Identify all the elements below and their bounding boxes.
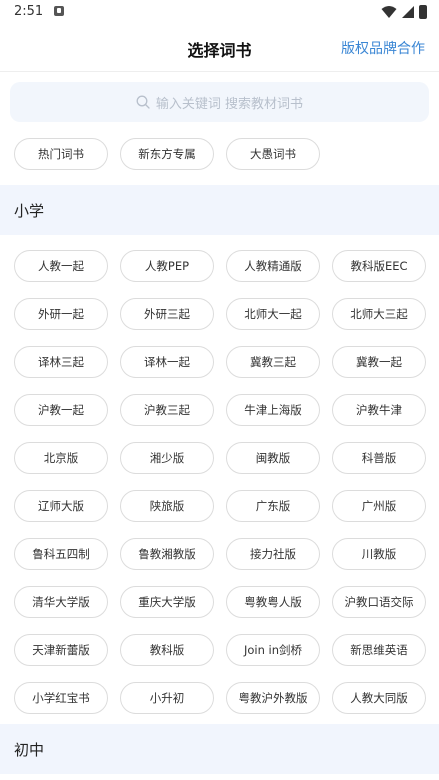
search-placeholder: 输入关键词 搜索教材词书: [155, 96, 304, 112]
book-chip[interactable]: 粤教沪外教版: [226, 682, 320, 714]
book-chip[interactable]: 新思维英语: [332, 634, 426, 666]
battery-icon: [419, 5, 427, 19]
notification-icon: [54, 6, 64, 16]
signal-icon: [402, 6, 414, 18]
book-chip[interactable]: 冀教一起: [332, 346, 426, 378]
book-chip[interactable]: 科普版: [332, 442, 426, 474]
book-chip[interactable]: 鲁科五四制: [14, 538, 108, 570]
book-chip[interactable]: 沪教牛津: [332, 394, 426, 426]
hot-tag-chip[interactable]: 新东方专属: [120, 138, 214, 170]
status-indicators: [381, 4, 427, 20]
primary-book-grid: 人教一起 人教PEP 人教精通版 教科版EEC 外研一起 外研三起 北师大一起 …: [14, 250, 426, 714]
book-chip[interactable]: 鲁教湘教版: [120, 538, 214, 570]
book-chip[interactable]: 外研三起: [120, 298, 214, 330]
book-chip[interactable]: 译林一起: [120, 346, 214, 378]
search-input[interactable]: 输入关键词 搜索教材词书: [10, 82, 429, 122]
book-chip[interactable]: 粤教粤人版: [226, 586, 320, 618]
book-chip[interactable]: 人教大同版: [332, 682, 426, 714]
book-chip[interactable]: 译林三起: [14, 346, 108, 378]
book-chip[interactable]: 人教一起: [14, 250, 108, 282]
book-chip[interactable]: 牛津上海版: [226, 394, 320, 426]
wifi-icon: [381, 6, 397, 18]
book-chip[interactable]: 接力社版: [226, 538, 320, 570]
book-chip[interactable]: 冀教三起: [226, 346, 320, 378]
book-chip[interactable]: 沪教三起: [120, 394, 214, 426]
book-chip[interactable]: 广州版: [332, 490, 426, 522]
book-chip[interactable]: 人教精通版: [226, 250, 320, 282]
book-chip[interactable]: 教科版EEC: [332, 250, 426, 282]
book-chip[interactable]: 辽师大版: [14, 490, 108, 522]
top-bar: 选择词书 版权品牌合作: [0, 24, 439, 72]
section-header-middle-school: 初中: [0, 724, 439, 774]
book-chip[interactable]: Join in剑桥: [226, 634, 320, 666]
book-chip[interactable]: 小学红宝书: [14, 682, 108, 714]
book-chip[interactable]: 重庆大学版: [120, 586, 214, 618]
status-bar: 2:51: [0, 0, 439, 24]
book-chip[interactable]: 教科版: [120, 634, 214, 666]
status-time: 2:51: [14, 4, 44, 19]
book-chip[interactable]: 北京版: [14, 442, 108, 474]
hot-tags: 热门词书 新东方专属 大愚词书: [14, 138, 426, 170]
book-chip[interactable]: 陕旅版: [120, 490, 214, 522]
book-chip[interactable]: 沪教一起: [14, 394, 108, 426]
hot-tag-chip[interactable]: 大愚词书: [226, 138, 320, 170]
book-chip[interactable]: 小升初: [120, 682, 214, 714]
book-chip[interactable]: 闽教版: [226, 442, 320, 474]
partner-link[interactable]: 版权品牌合作: [341, 38, 425, 58]
search-icon: [136, 95, 150, 109]
book-chip[interactable]: 沪教口语交际: [332, 586, 426, 618]
book-chip[interactable]: 川教版: [332, 538, 426, 570]
book-chip[interactable]: 北师大三起: [332, 298, 426, 330]
book-chip[interactable]: 北师大一起: [226, 298, 320, 330]
book-chip[interactable]: 广东版: [226, 490, 320, 522]
section-header-primary: 小学: [0, 185, 439, 235]
book-chip[interactable]: 清华大学版: [14, 586, 108, 618]
book-chip[interactable]: 人教PEP: [120, 250, 214, 282]
hot-tag-chip[interactable]: 热门词书: [14, 138, 108, 170]
book-chip[interactable]: 外研一起: [14, 298, 108, 330]
book-chip[interactable]: 天津新蕾版: [14, 634, 108, 666]
book-chip[interactable]: 湘少版: [120, 442, 214, 474]
